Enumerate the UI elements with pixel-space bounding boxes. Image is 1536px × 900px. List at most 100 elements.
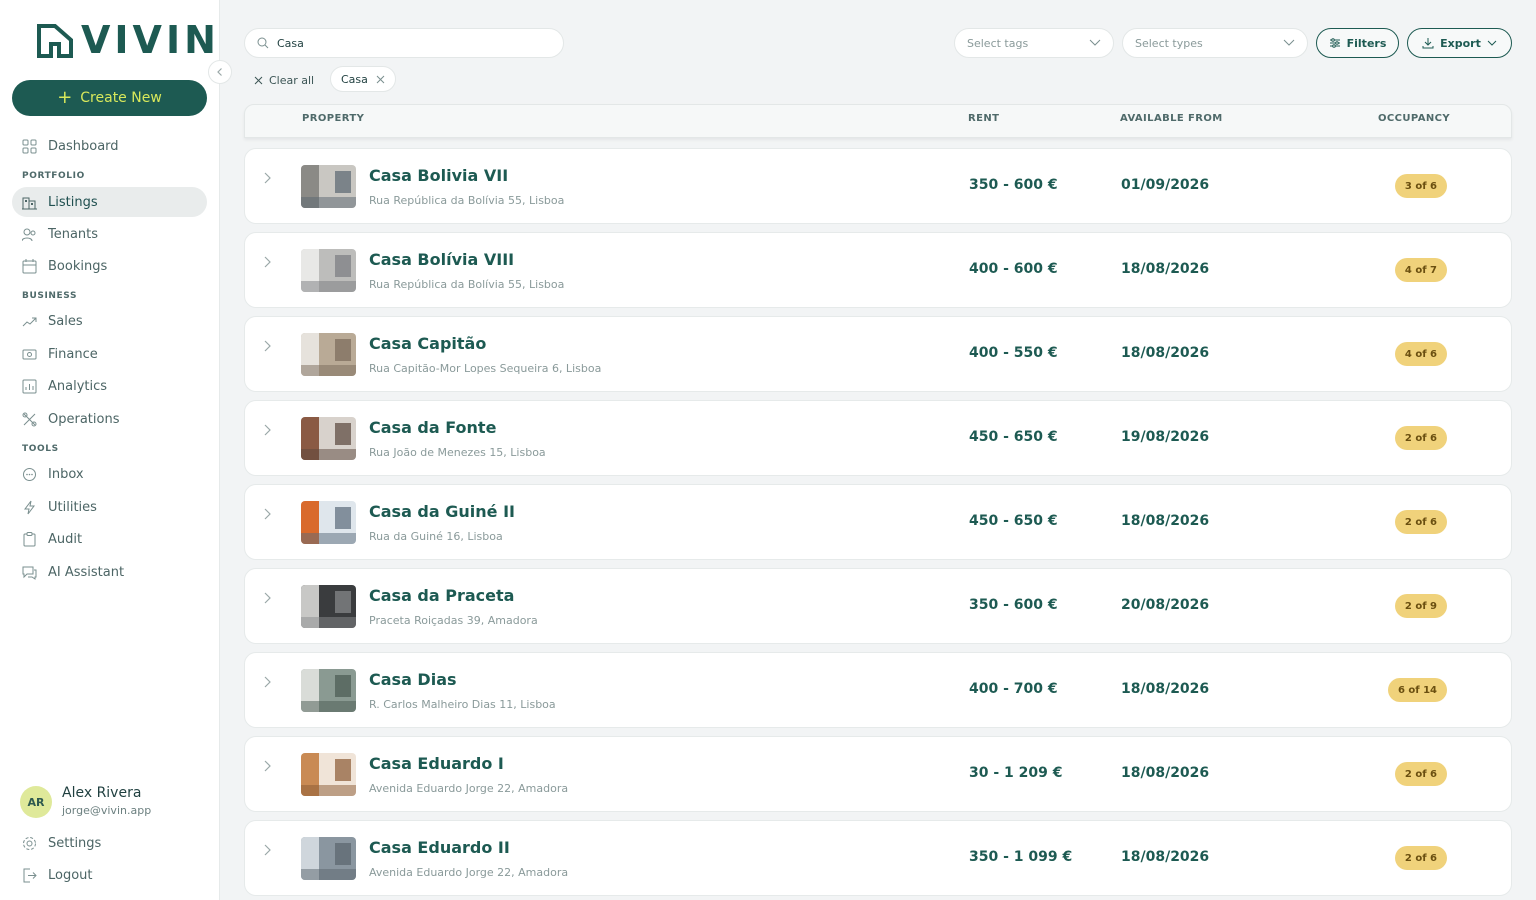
sidebar-item-listings[interactable]: Listings (12, 187, 207, 217)
bolt-icon (21, 499, 37, 515)
property-address: Praceta Roiçadas 39, Amadora (369, 614, 538, 627)
column-header-available[interactable]: AVAILABLE FROM (1120, 113, 1223, 124)
export-button[interactable]: Export (1407, 28, 1512, 58)
sidebar-item-bookings[interactable]: Bookings (12, 251, 207, 281)
property-name[interactable]: Casa da Fonte (369, 418, 496, 437)
property-name[interactable]: Casa Dias (369, 670, 457, 689)
chevron-right-icon[interactable] (263, 673, 273, 692)
create-new-button[interactable]: + Create New (12, 80, 207, 116)
table-row[interactable]: Casa Capitão Rua Capitão-Mor Lopes Sequei… (244, 316, 1512, 392)
rent-range: 350 - 600 € (969, 177, 1058, 193)
chevron-right-icon[interactable] (263, 589, 273, 608)
chevron-right-icon[interactable] (263, 169, 273, 188)
search-icon (257, 37, 269, 49)
vivin-logo[interactable]: VIVIN (35, 20, 220, 60)
bar-chart-icon (21, 378, 37, 394)
chevron-right-icon[interactable] (263, 337, 273, 356)
sidebar-item-finance[interactable]: Finance (12, 339, 207, 369)
table-row[interactable]: Casa Bolívia VIII Rua República da Bolívi… (244, 232, 1512, 308)
sidebar: VIVIN + Create New Dashboard PORTFOLIO L… (0, 0, 220, 900)
sidebar-item-analytics[interactable]: Analytics (12, 371, 207, 401)
occupancy-badge: 3 of 6 (1394, 174, 1447, 198)
property-thumbnail[interactable] (301, 501, 356, 544)
chevron-right-icon[interactable] (263, 757, 273, 776)
search-input[interactable] (277, 36, 537, 50)
available-date: 18/08/2026 (1121, 513, 1210, 529)
sidebar-item-sales[interactable]: Sales (12, 306, 207, 336)
property-address: Rua da Guiné 16, Lisboa (369, 530, 503, 543)
property-name[interactable]: Casa Bolivia VII (369, 166, 508, 185)
logout-link[interactable]: Logout (12, 860, 207, 890)
users-icon (21, 226, 37, 242)
sidebar-item-label: Tenants (48, 226, 99, 242)
gear-icon (21, 835, 37, 851)
sidebar-item-dashboard[interactable]: Dashboard (12, 131, 207, 161)
section-label-tools: TOOLS (22, 444, 59, 454)
available-date: 19/08/2026 (1121, 429, 1210, 445)
sidebar-item-tenants[interactable]: Tenants (12, 219, 207, 249)
property-thumbnail[interactable] (301, 753, 356, 796)
settings-label: Settings (48, 835, 102, 851)
column-header-rent[interactable]: RENT (968, 113, 999, 124)
filters-button[interactable]: Filters (1316, 28, 1399, 58)
filter-chip[interactable]: Casa (330, 66, 396, 92)
available-date: 01/09/2026 (1121, 177, 1210, 193)
sidebar-item-ai-assistant[interactable]: AI Assistant (12, 557, 207, 587)
property-name[interactable]: Casa da Guiné II (369, 502, 515, 521)
table-row[interactable]: Casa Eduardo II Avenida Eduardo Jorge 22,… (244, 820, 1512, 896)
chevron-right-icon[interactable] (263, 505, 273, 524)
collapse-sidebar-button[interactable] (208, 60, 232, 84)
property-thumbnail[interactable] (301, 669, 356, 712)
sidebar-item-inbox[interactable]: Inbox (12, 459, 207, 489)
table-header: PROPERTY RENT AVAILABLE FROM OCCUPANCY (244, 104, 1512, 138)
sidebar-item-label: Operations (48, 411, 120, 427)
section-label-portfolio: PORTFOLIO (22, 171, 85, 181)
user-profile[interactable]: AR Alex Rivera jorge@vivin.app (20, 785, 151, 819)
chevron-right-icon[interactable] (263, 841, 273, 860)
chevron-right-icon[interactable] (263, 253, 273, 272)
close-icon[interactable] (376, 75, 385, 84)
property-thumbnail[interactable] (301, 333, 356, 376)
tags-select[interactable]: Select tags (954, 28, 1114, 58)
sidebar-item-label: Utilities (48, 499, 97, 515)
occupancy-badge: 2 of 6 (1394, 426, 1447, 450)
property-name[interactable]: Casa Eduardo II (369, 838, 510, 857)
property-name[interactable]: Casa da Praceta (369, 586, 514, 605)
sidebar-item-audit[interactable]: Audit (12, 524, 207, 554)
table-row[interactable]: Casa Bolivia VII Rua República da Bolívia… (244, 148, 1512, 224)
column-header-property[interactable]: PROPERTY (302, 113, 364, 124)
clear-all-button[interactable]: Clear all (254, 72, 314, 88)
sidebar-item-operations[interactable]: Operations (12, 404, 207, 434)
table-row[interactable]: Casa da Fonte Rua João de Menezes 15, Lis… (244, 400, 1512, 476)
close-icon (254, 76, 263, 84)
sidebar-item-label: Inbox (48, 466, 84, 482)
property-name[interactable]: Casa Bolívia VIII (369, 250, 514, 269)
table-row[interactable]: Casa da Praceta Praceta Roiçadas 39, Amad… (244, 568, 1512, 644)
property-name[interactable]: Casa Eduardo I (369, 754, 504, 773)
table-row[interactable]: Casa Eduardo I Avenida Eduardo Jorge 22, … (244, 736, 1512, 812)
property-name[interactable]: Casa Capitão (369, 334, 486, 353)
types-select[interactable]: Select types (1122, 28, 1308, 58)
available-date: 18/08/2026 (1121, 261, 1210, 277)
property-thumbnail[interactable] (301, 417, 356, 460)
column-header-occupancy[interactable]: OCCUPANCY (1378, 113, 1450, 124)
property-thumbnail[interactable] (301, 837, 356, 880)
filters-label: Filters (1346, 36, 1387, 50)
settings-link[interactable]: Settings (12, 828, 207, 858)
trend-icon (21, 313, 37, 329)
house-logo-icon (37, 24, 73, 58)
export-label: Export (1440, 36, 1481, 50)
table-row[interactable]: Casa Dias R. Carlos Malheiro Dias 11, Lis… (244, 652, 1512, 728)
table-row[interactable]: Casa da Guiné II Rua da Guiné 16, Lisboa 4… (244, 484, 1512, 560)
tags-select-placeholder: Select tags (967, 36, 1029, 50)
filter-chip-label: Casa (341, 72, 368, 86)
sidebar-item-utilities[interactable]: Utilities (12, 492, 207, 522)
section-label-business: BUSINESS (22, 291, 78, 301)
clipboard-icon (21, 531, 37, 547)
property-thumbnail[interactable] (301, 585, 356, 628)
property-thumbnail[interactable] (301, 165, 356, 208)
chevron-right-icon[interactable] (263, 421, 273, 440)
search-bar[interactable] (244, 28, 564, 58)
property-thumbnail[interactable] (301, 249, 356, 292)
rent-range: 450 - 650 € (969, 513, 1058, 529)
